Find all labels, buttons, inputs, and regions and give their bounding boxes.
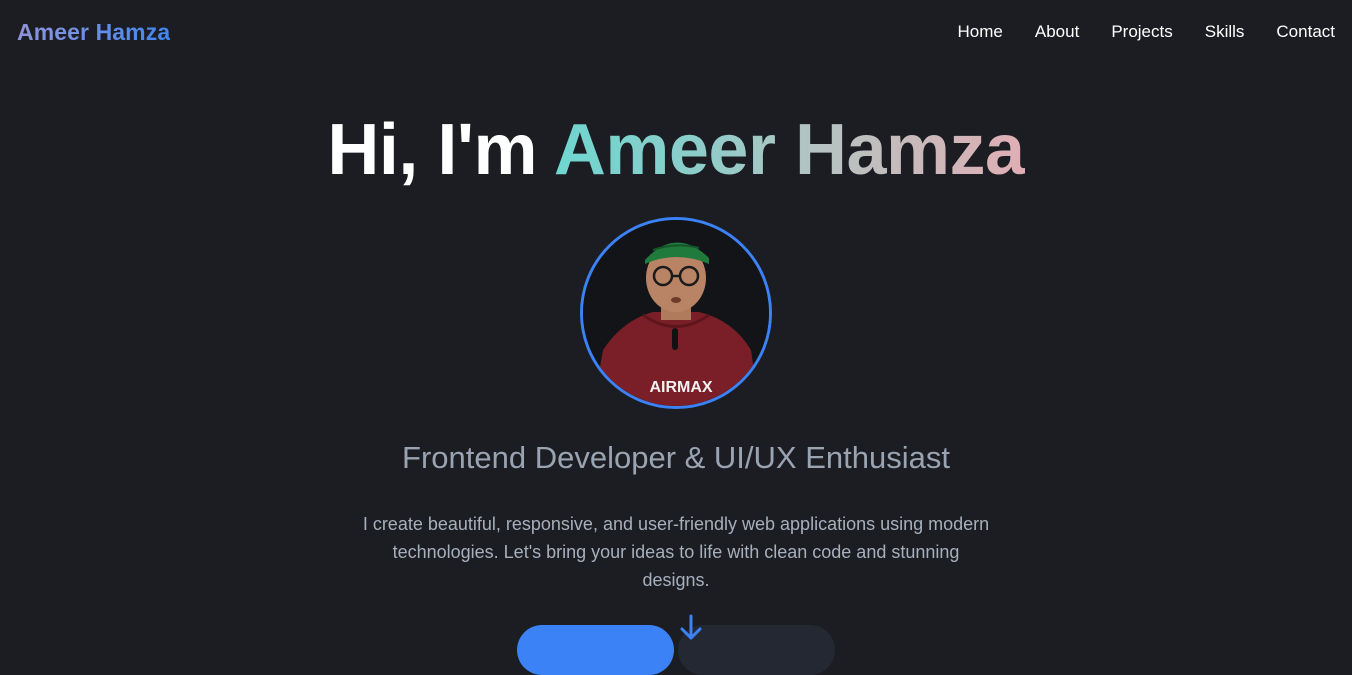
hero-subtitle: Frontend Developer & UI/UX Enthusiast bbox=[402, 440, 950, 475]
hero-greeting: Hi, I'm bbox=[327, 110, 554, 190]
hero-description: I create beautiful, responsive, and user… bbox=[362, 514, 990, 590]
profile-avatar: AIRMAX bbox=[580, 217, 772, 409]
primary-cta-button[interactable] bbox=[517, 625, 674, 675]
hero-section: Hi, I'm Ameer Hamza AIRMAX Frontend Deve… bbox=[0, 0, 1352, 675]
hero-name: Ameer Hamza bbox=[553, 110, 1025, 190]
hero-headline: Hi, I'm Ameer Hamza bbox=[0, 106, 1352, 194]
shirt-text: AIRMAX bbox=[649, 379, 712, 396]
